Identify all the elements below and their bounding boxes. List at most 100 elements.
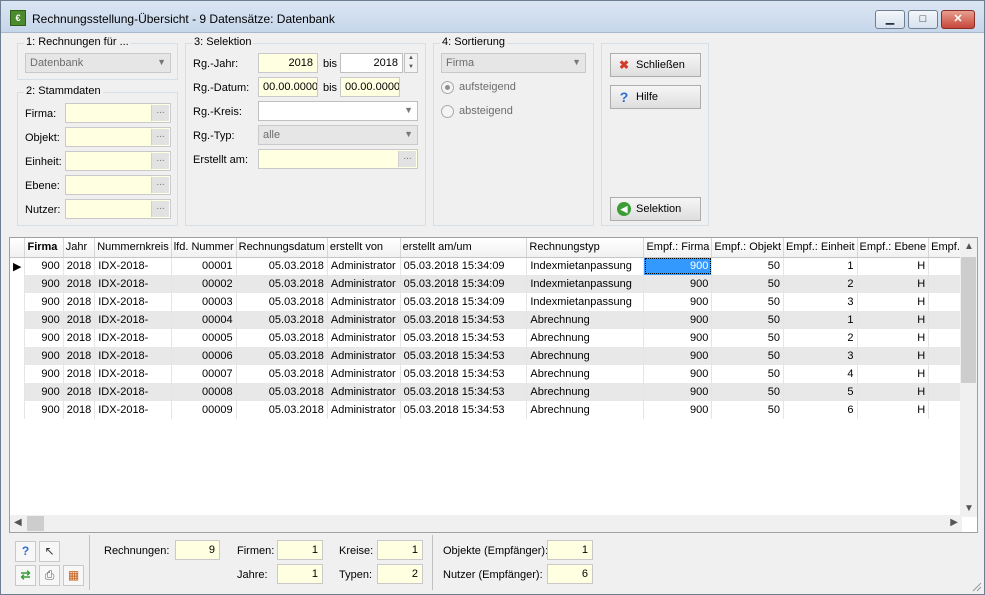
cell-empf-firma[interactable]: 900 [643, 257, 713, 275]
cell-erstellt-am[interactable]: 05.03.2018 15:34:53 [400, 383, 528, 401]
asc-radio[interactable] [441, 81, 454, 94]
cell-nummernkreis[interactable]: IDX-2018- [94, 311, 172, 329]
firma-field[interactable]: ... [65, 103, 171, 123]
cell-rechnungsdatum[interactable]: 05.03.2018 [236, 311, 328, 329]
cell-empf-ebene[interactable]: H [857, 401, 930, 419]
cell-erstellt-von[interactable]: Administrator [327, 257, 401, 275]
jahr-to-field[interactable]: 2018 [340, 53, 403, 73]
row-indicator[interactable] [10, 275, 26, 293]
cell-rechnungsdatum[interactable]: 05.03.2018 [236, 347, 328, 365]
col-header-nummernkreis[interactable]: Nummernkreis [94, 238, 172, 258]
ebene-browse-button[interactable]: ... [151, 177, 169, 193]
selektion-button[interactable]: ◀ Selektion [610, 197, 701, 221]
cell-rechnungsdatum[interactable]: 05.03.2018 [236, 293, 328, 311]
cell-empf-objekt[interactable]: 50 [711, 275, 785, 293]
ebene-field[interactable]: ... [65, 175, 171, 195]
cell-empf-einheit[interactable]: 6 [783, 401, 858, 419]
col-header-empf-ebene[interactable]: Empf.: Ebene [857, 238, 930, 258]
cell-empf-einheit[interactable]: 2 [783, 275, 858, 293]
cell-empf-firma[interactable]: 900 [643, 383, 713, 401]
col-header-rechnungstyp[interactable]: Rechnungstyp [526, 238, 645, 258]
cell-rechnungstyp[interactable]: Abrechnung [526, 365, 645, 383]
cell-empf-objekt[interactable]: 50 [711, 401, 785, 419]
cell-rechnungstyp[interactable]: Indexmietanpassung [526, 293, 645, 311]
scroll-left-icon[interactable]: ◀ [14, 517, 22, 528]
cell-lfd-nummer[interactable]: 00006 [171, 347, 237, 365]
cell-empf-objekt[interactable]: 50 [711, 293, 785, 311]
cell-empf-ebene[interactable]: H [857, 293, 930, 311]
cell-empf-einheit[interactable]: 5 [783, 383, 858, 401]
cell-lfd-nummer[interactable]: 00001 [171, 257, 237, 275]
cell-jahr[interactable]: 2018 [63, 401, 96, 419]
cell-erstellt-am[interactable]: 05.03.2018 15:34:53 [400, 311, 528, 329]
firma-browse-button[interactable]: ... [151, 105, 169, 121]
hilfe-button[interactable]: ? Hilfe [610, 85, 701, 109]
cell-erstellt-von[interactable]: Administrator [327, 329, 401, 347]
cell-jahr[interactable]: 2018 [63, 365, 96, 383]
cell-erstellt-von[interactable]: Administrator [327, 347, 401, 365]
scroll-down-icon[interactable]: ▼ [964, 503, 974, 514]
print-icon[interactable]: ⎙ [39, 565, 60, 586]
cell-jahr[interactable]: 2018 [63, 329, 96, 347]
objekt-browse-button[interactable]: ... [151, 129, 169, 145]
row-indicator[interactable]: ▶ [10, 257, 26, 275]
cell-empf-ebene[interactable]: H [857, 329, 930, 347]
table-row[interactable]: 900 2018 IDX-2018- 00004 05.03.2018 Administr… [10, 311, 977, 329]
cell-empf-ebene[interactable]: H [857, 275, 930, 293]
col-header-rechnungsdatum[interactable]: Rechnungsdatum [236, 238, 328, 258]
datum-to-field[interactable]: 00.00.0000 [340, 77, 400, 97]
cell-nummernkreis[interactable]: IDX-2018- [94, 365, 172, 383]
cell-rechnungstyp[interactable]: Abrechnung [526, 329, 645, 347]
nutzer-field[interactable]: ... [65, 199, 171, 219]
col-header-empf-einheit[interactable]: Empf.: Einheit [783, 238, 858, 258]
vertical-scroll-thumb[interactable] [961, 257, 976, 383]
cell-empf-objekt[interactable]: 50 [711, 329, 785, 347]
cell-empf-objekt[interactable]: 50 [711, 347, 785, 365]
col-header-firma[interactable]: Firma [24, 238, 64, 258]
einheit-field[interactable]: ... [65, 151, 171, 171]
cell-empf-ebene[interactable]: H [857, 311, 930, 329]
cell-jahr[interactable]: 2018 [63, 257, 96, 275]
maximize-button[interactable]: □ [908, 10, 938, 29]
cell-firma[interactable]: 900 [24, 275, 64, 293]
row-indicator[interactable] [10, 329, 26, 347]
cell-empf-ebene[interactable]: H [857, 257, 930, 275]
cell-empf-objekt[interactable]: 50 [711, 257, 785, 275]
cell-rechnungstyp[interactable]: Abrechnung [526, 383, 645, 401]
cell-rechnungsdatum[interactable]: 05.03.2018 [236, 383, 328, 401]
minimize-button[interactable]: ▁ [875, 10, 905, 29]
row-indicator[interactable] [10, 401, 26, 419]
schliessen-button[interactable]: ✖ Schließen [610, 53, 701, 77]
cell-lfd-nummer[interactable]: 00005 [171, 329, 237, 347]
cell-empf-einheit[interactable]: 1 [783, 257, 858, 275]
cell-empf-firma[interactable]: 900 [643, 293, 713, 311]
cell-firma[interactable]: 900 [24, 293, 64, 311]
cell-firma[interactable]: 900 [24, 383, 64, 401]
cell-empf-firma[interactable]: 900 [643, 275, 713, 293]
cell-empf-ebene[interactable]: H [857, 383, 930, 401]
cell-rechnungsdatum[interactable]: 05.03.2018 [236, 257, 328, 275]
cell-erstellt-am[interactable]: 05.03.2018 15:34:53 [400, 347, 528, 365]
cell-erstellt-am[interactable]: 05.03.2018 15:34:09 [400, 257, 528, 275]
table-row[interactable]: 900 2018 IDX-2018- 00005 05.03.2018 Administr… [10, 329, 977, 347]
cell-nummernkreis[interactable]: IDX-2018- [94, 257, 172, 275]
col-header-jahr[interactable]: Jahr [63, 238, 96, 258]
cell-lfd-nummer[interactable]: 00009 [171, 401, 237, 419]
table-row[interactable]: 900 2018 IDX-2018- 00002 05.03.2018 Administr… [10, 275, 977, 293]
table-row[interactable]: 900 2018 IDX-2018- 00006 05.03.2018 Administr… [10, 347, 977, 365]
cell-lfd-nummer[interactable]: 00003 [171, 293, 237, 311]
row-indicator[interactable] [10, 365, 26, 383]
cell-empf-einheit[interactable]: 1 [783, 311, 858, 329]
row-indicator[interactable] [10, 383, 26, 401]
cell-lfd-nummer[interactable]: 00007 [171, 365, 237, 383]
col-header-erstellt-am[interactable]: erstellt am/um [400, 238, 528, 258]
cell-nummernkreis[interactable]: IDX-2018- [94, 329, 172, 347]
einheit-browse-button[interactable]: ... [151, 153, 169, 169]
cell-empf-firma[interactable]: 900 [643, 311, 713, 329]
nutzer-browse-button[interactable]: ... [151, 201, 169, 217]
row-indicator[interactable] [10, 293, 26, 311]
objekt-field[interactable]: ... [65, 127, 171, 147]
close-button[interactable]: ✕ [941, 10, 975, 29]
cell-erstellt-von[interactable]: Administrator [327, 365, 401, 383]
cell-firma[interactable]: 900 [24, 329, 64, 347]
